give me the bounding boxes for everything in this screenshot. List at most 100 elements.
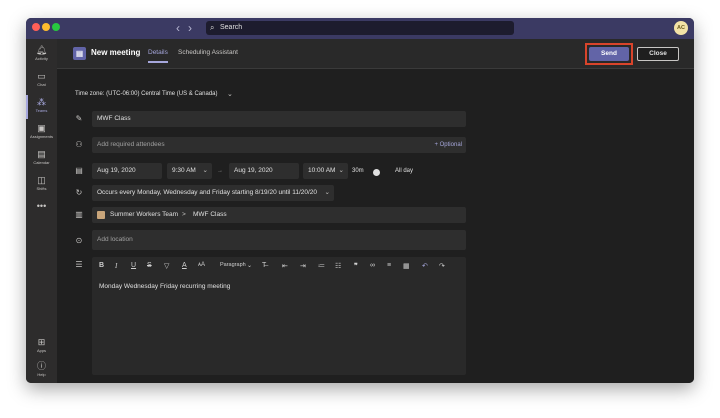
- clear-formatting-icon[interactable]: T̶: [262, 262, 266, 269]
- breadcrumb-separator: >: [182, 211, 186, 218]
- title-value: MWF Class: [97, 115, 131, 122]
- search-label: Search: [220, 24, 243, 31]
- chevron-down-icon: ⌄: [202, 167, 208, 174]
- minimize-window-dot[interactable]: [42, 23, 50, 31]
- rail-item-more[interactable]: •••: [26, 199, 57, 223]
- all-day-toggle[interactable]: [373, 169, 380, 176]
- decrease-indent-icon[interactable]: ⇤: [282, 262, 288, 270]
- assignments-icon: ▣: [37, 123, 46, 133]
- calendar-icon: ▤: [37, 149, 46, 159]
- location-placeholder: Add location: [97, 236, 133, 243]
- rail-item-assignments[interactable]: ▣ Assignments: [26, 121, 57, 145]
- rail-label: Chat: [37, 82, 46, 87]
- channel-field[interactable]: Summer Workers Team > MWF Class: [92, 207, 466, 223]
- attendees-input[interactable]: Add required attendees + Optional: [92, 137, 466, 153]
- undo-icon[interactable]: ↶: [422, 262, 428, 270]
- chevron-down-icon: ⌄: [338, 167, 344, 174]
- title-field[interactable]: MWF Class: [92, 111, 466, 127]
- end-time-dropdown[interactable]: 10:00 AM ⌄: [303, 163, 348, 179]
- send-button[interactable]: Send: [589, 47, 629, 61]
- rail-label: Apps: [36, 348, 47, 353]
- numbered-list-icon[interactable]: ☷: [335, 262, 341, 270]
- rail-item-activity[interactable]: 🔔︎ Activity: [26, 43, 57, 67]
- redo-icon[interactable]: ↷: [439, 262, 445, 270]
- calendar-icon: ▦: [73, 47, 86, 60]
- start-date-field[interactable]: Aug 19, 2020: [92, 163, 162, 179]
- start-time-value: 9:30 AM: [172, 167, 196, 174]
- italic-icon[interactable]: I: [115, 262, 117, 270]
- rail-item-apps[interactable]: ⊞ Apps: [26, 335, 57, 359]
- search-input[interactable]: ⌕ Search: [206, 21, 514, 35]
- chevron-down-icon: ⌄: [324, 189, 330, 196]
- repeat-icon: ↻: [75, 188, 83, 197]
- rail-item-shifts[interactable]: ◫ Shifts: [26, 173, 57, 197]
- tab-details[interactable]: Details: [148, 49, 168, 63]
- meeting-form-pane: ▦ New meeting Details Scheduling Assista…: [57, 39, 694, 383]
- highlight-icon[interactable]: ▽: [164, 262, 169, 270]
- tab-scheduling-assistant[interactable]: Scheduling Assistant: [178, 49, 238, 56]
- close-button[interactable]: Close: [637, 47, 679, 61]
- rail-item-teams[interactable]: ⁂ Teams: [26, 95, 57, 119]
- channel-icon: ▥: [75, 210, 83, 219]
- more-icon: •••: [36, 201, 47, 211]
- rail-label: Shifts: [36, 186, 47, 191]
- rail-label: Teams: [35, 108, 48, 113]
- avatar[interactable]: AC: [674, 21, 688, 35]
- date-range-arrow: →: [217, 168, 223, 174]
- timezone-selector[interactable]: Time zone: (UTC-06:00) Central Time (US …: [75, 91, 218, 97]
- chat-icon: ▭: [37, 71, 46, 81]
- bell-icon: 🔔︎: [35, 45, 48, 55]
- duration-label: 30m: [352, 168, 364, 174]
- bulleted-list-icon[interactable]: ≔: [318, 262, 325, 270]
- add-person-icon: ⚇: [75, 140, 83, 149]
- location-input[interactable]: Add location: [92, 230, 466, 250]
- underline-icon[interactable]: U: [131, 262, 136, 269]
- attendees-placeholder: Add required attendees: [97, 141, 165, 148]
- rail-label: Assignments: [30, 134, 53, 139]
- details-list-icon: ☰: [75, 260, 83, 269]
- align-icon[interactable]: ≡: [387, 262, 391, 269]
- chevron-down-icon[interactable]: ⌄: [227, 90, 233, 98]
- chevron-down-icon[interactable]: ⌄: [247, 262, 252, 269]
- recurrence-dropdown[interactable]: Occurs every Monday, Wednesday and Frida…: [92, 185, 334, 201]
- page-title: New meeting: [91, 48, 141, 57]
- end-date-value: Aug 19, 2020: [234, 167, 273, 174]
- channel-name: MWF Class: [193, 211, 227, 218]
- meeting-details-editor[interactable]: B I U S ▽ A ᴀA Paragraph ⌄ T̶ ⇤ ⇥ ≔ ☷ ❞ …: [92, 257, 466, 375]
- rail-item-help[interactable]: ⓘ Help: [26, 359, 57, 383]
- meeting-body-text[interactable]: Monday Wednesday Friday recurring meetin…: [99, 283, 230, 290]
- shifts-icon: ◫: [37, 175, 46, 185]
- bold-icon[interactable]: B: [99, 262, 104, 269]
- end-time-value: 10:00 AM: [308, 167, 336, 174]
- link-icon[interactable]: ∞: [370, 262, 375, 269]
- rail-label: Activity: [35, 56, 48, 61]
- end-date-field[interactable]: Aug 19, 2020: [229, 163, 299, 179]
- increase-indent-icon[interactable]: ⇥: [300, 262, 306, 270]
- calendar-icon: ▤: [75, 166, 83, 175]
- back-arrow-icon[interactable]: ‹: [176, 21, 180, 35]
- font-color-icon[interactable]: A: [182, 262, 187, 269]
- paragraph-dropdown[interactable]: Paragraph: [220, 262, 246, 268]
- team-name: Summer Workers Team: [110, 211, 179, 218]
- app-rail: 🔔︎ Activity ▭ Chat ⁂ Teams ▣ Assignments…: [26, 39, 57, 383]
- table-icon[interactable]: ▦: [403, 262, 410, 270]
- search-icon: ⌕: [210, 23, 215, 32]
- strikethrough-icon[interactable]: S: [147, 262, 152, 269]
- rail-item-calendar[interactable]: ▤ Calendar: [26, 147, 57, 171]
- all-day-label: All day: [395, 168, 414, 174]
- quote-icon[interactable]: ❞: [354, 262, 358, 270]
- help-icon: ⓘ: [36, 361, 46, 371]
- close-window-dot[interactable]: [32, 23, 40, 31]
- maximize-window-dot[interactable]: [52, 23, 60, 31]
- rail-label: Help: [37, 372, 46, 377]
- start-date-value: Aug 19, 2020: [97, 167, 136, 174]
- rail-item-chat[interactable]: ▭ Chat: [26, 69, 57, 93]
- forward-arrow-icon[interactable]: ›: [188, 21, 192, 35]
- teams-icon: ⁂: [37, 97, 46, 107]
- font-size-icon[interactable]: ᴀA: [198, 262, 205, 268]
- pencil-icon: ✎: [75, 114, 83, 123]
- optional-attendees-link[interactable]: + Optional: [434, 137, 462, 153]
- teams-window: ‹ › ⌕ Search AC 🔔︎ Activity ▭ Chat ⁂ Tea…: [26, 18, 694, 383]
- start-time-dropdown[interactable]: 9:30 AM ⌄: [167, 163, 212, 179]
- location-icon: ⊙: [75, 236, 83, 245]
